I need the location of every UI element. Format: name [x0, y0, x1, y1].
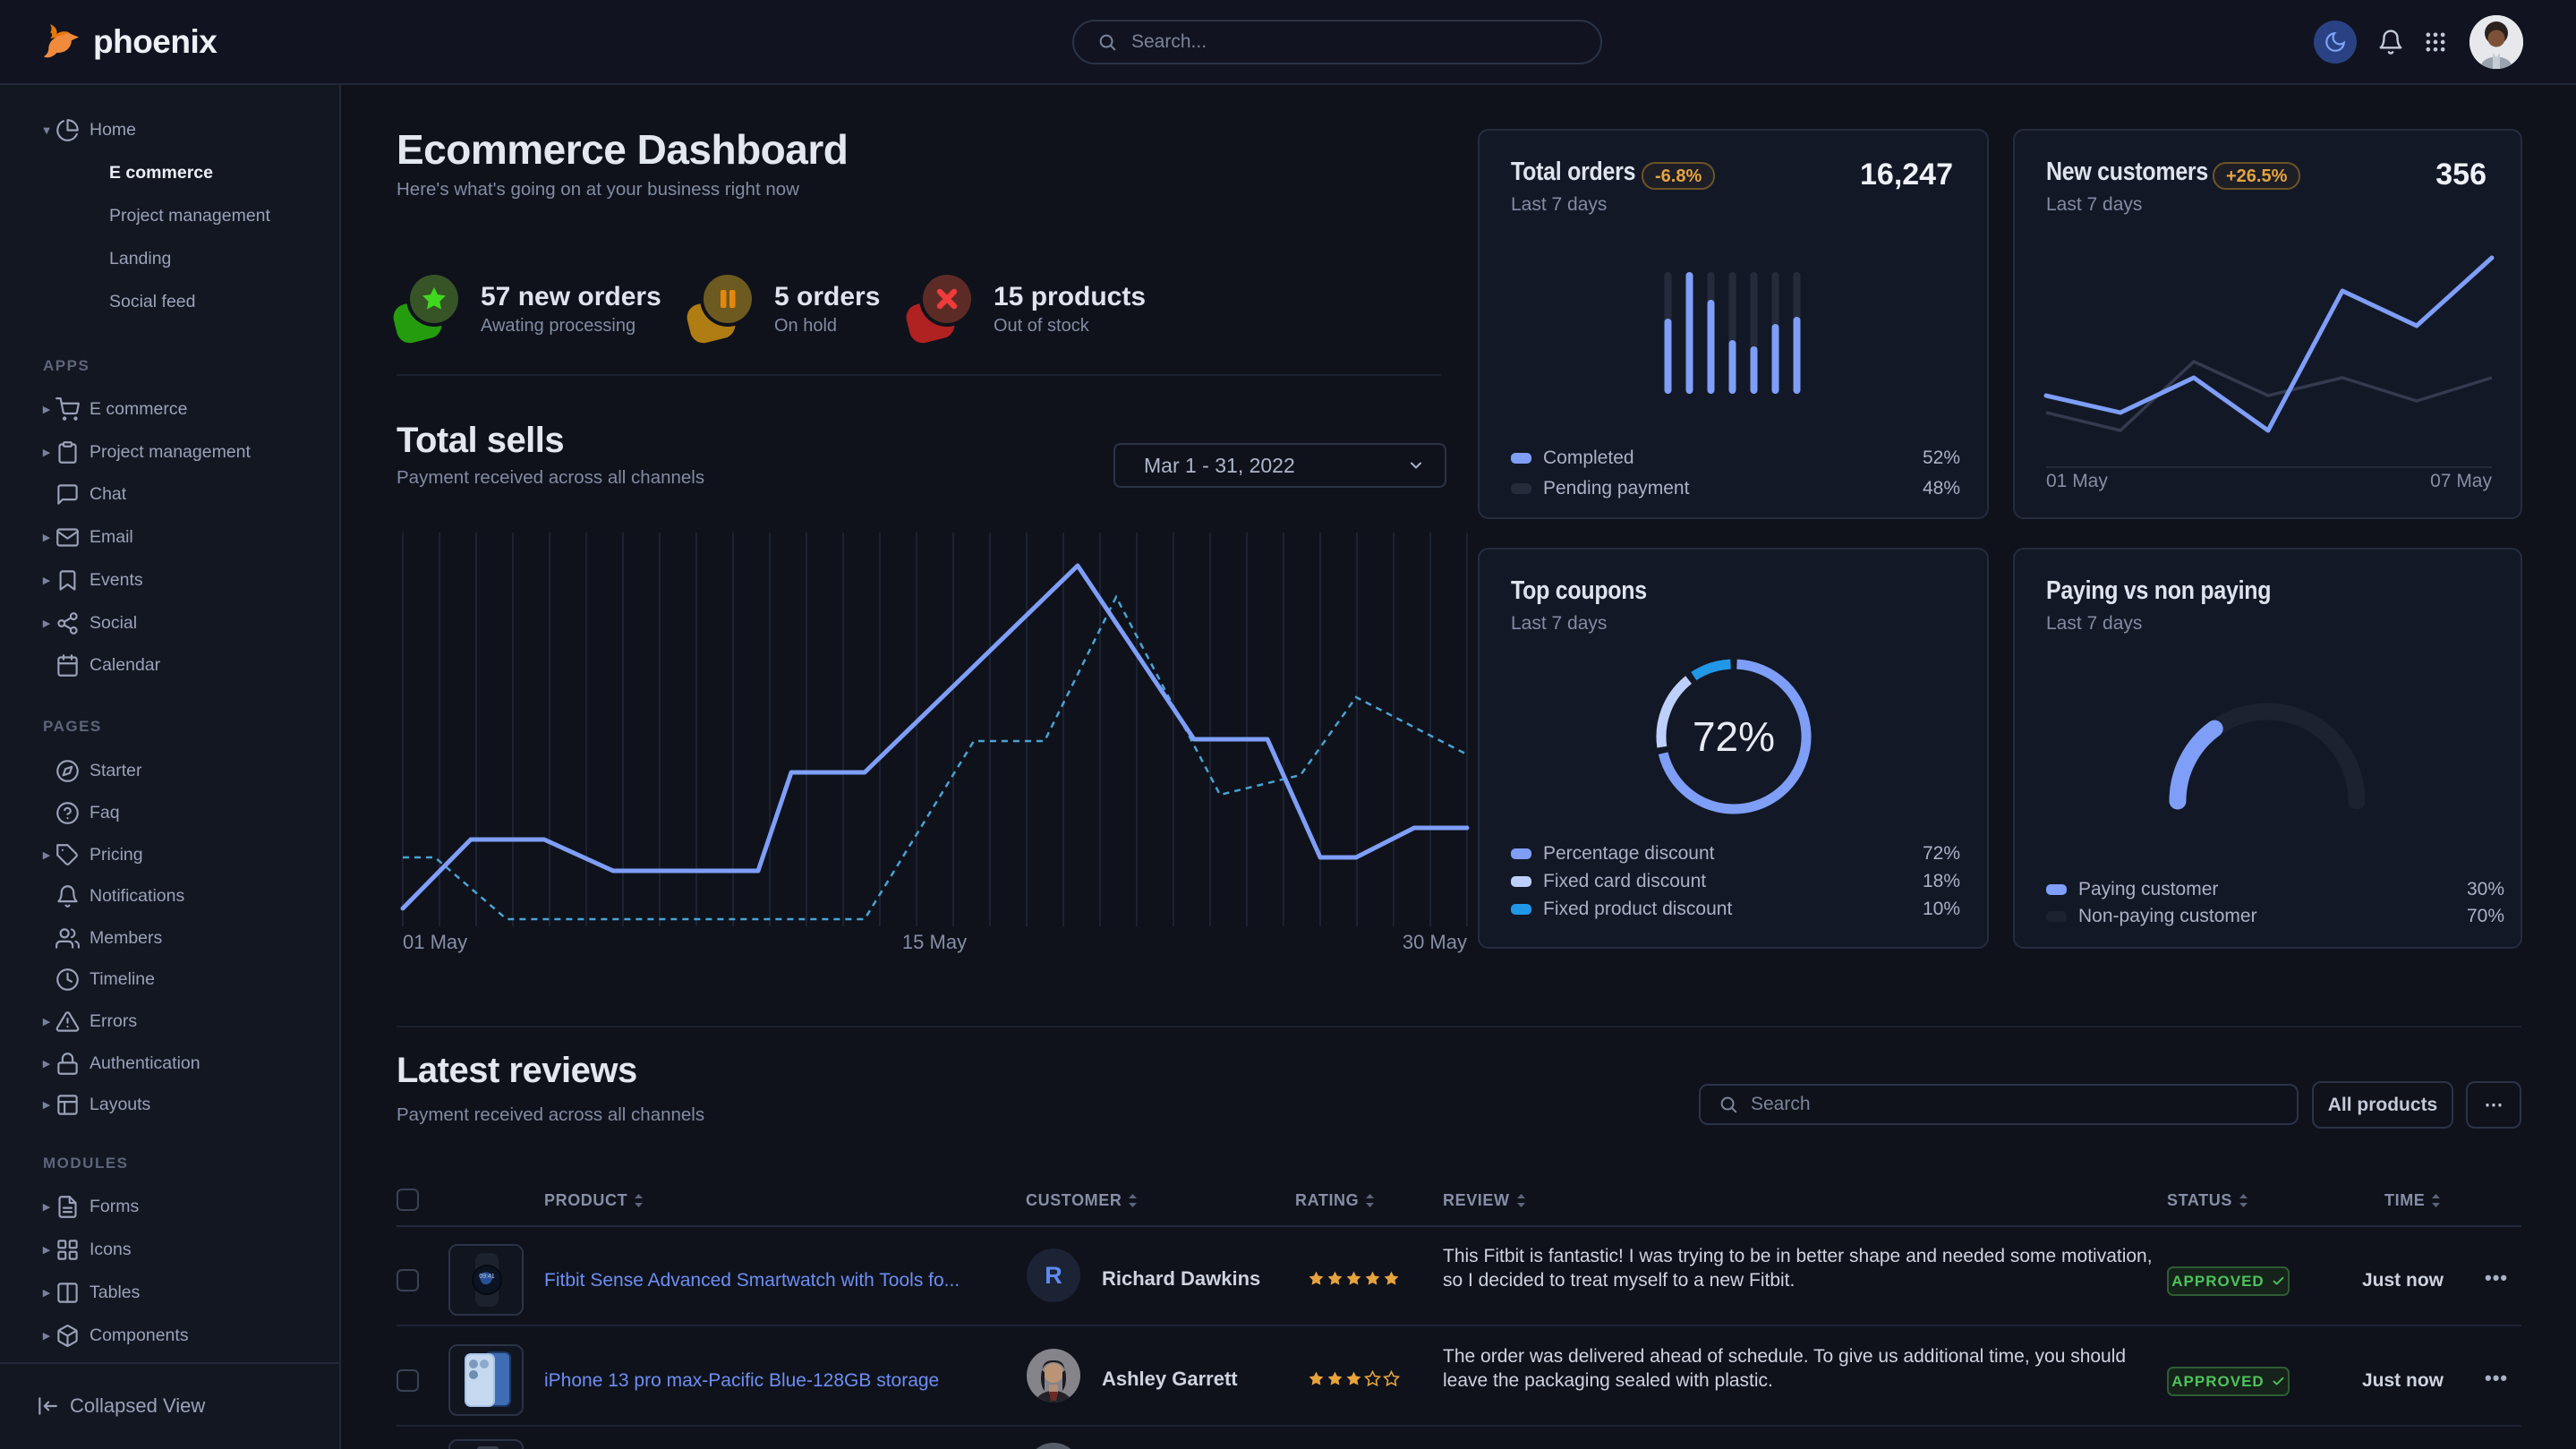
svg-text:07 May: 07 May: [2430, 471, 2492, 491]
svg-text:72%: 72%: [1693, 713, 1775, 760]
svg-text:15 May: 15 May: [902, 931, 967, 953]
svg-text:01 May: 01 May: [403, 931, 467, 953]
svg-text:30 May: 30 May: [1403, 931, 1467, 953]
svg-text:01 May: 01 May: [2046, 471, 2108, 491]
svg-text:09:41: 09:41: [479, 1274, 495, 1280]
